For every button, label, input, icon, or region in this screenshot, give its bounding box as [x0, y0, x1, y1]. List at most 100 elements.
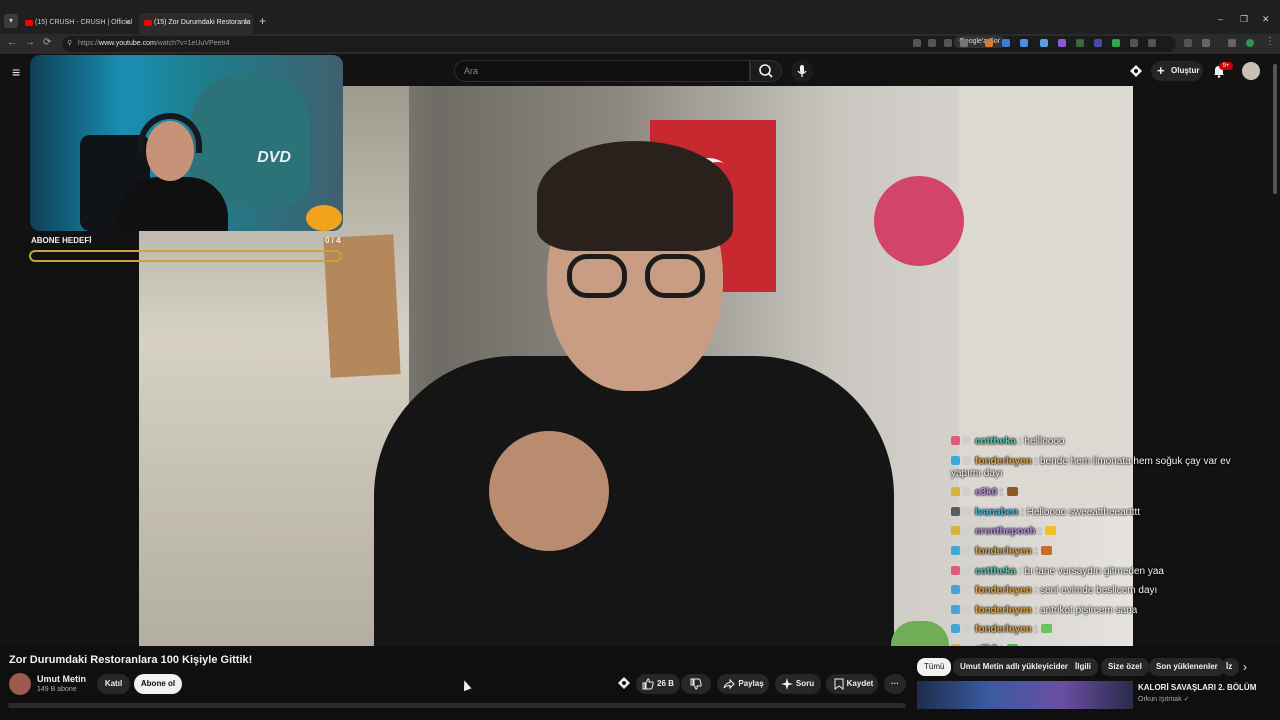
- browser-tab-crush[interactable]: (15) CRUSH - CRUSH | Official ×: [20, 13, 134, 34]
- extension-icon[interactable]: [1148, 39, 1156, 47]
- restore-button[interactable]: ❐: [1240, 14, 1248, 25]
- chat-message: erenthepooh :: [951, 526, 1251, 538]
- tab-close-icon[interactable]: ×: [125, 13, 130, 32]
- bookmark-star-icon[interactable]: [960, 39, 968, 47]
- hide-icon[interactable]: [944, 39, 952, 47]
- tab-search-button[interactable]: ▾: [4, 14, 18, 28]
- extension-icon[interactable]: [1184, 39, 1192, 47]
- cast-icon[interactable]: [928, 39, 936, 47]
- chat-username: fonderleyen: [975, 545, 1032, 557]
- subscriber-count: 149 B abone: [37, 686, 77, 693]
- video-title: Zor Durumdaki Restoranlara 100 Kişiyle G…: [9, 654, 253, 666]
- site-info-icon[interactable]: ⚲: [67, 36, 72, 52]
- create-button[interactable]: + Oluştur: [1151, 61, 1203, 81]
- channel-name[interactable]: Umut Metin: [37, 674, 86, 684]
- extension-icon[interactable]: [1020, 39, 1028, 47]
- join-button[interactable]: Katıl: [97, 674, 130, 694]
- chat-text: : seni evimde beslicem dayı: [1034, 585, 1158, 597]
- chat-message: fonderleyen :: [951, 545, 1251, 558]
- channel-avatar[interactable]: [9, 673, 31, 695]
- thumbs-down-icon: [690, 678, 702, 690]
- extension-icon[interactable]: [1112, 39, 1120, 47]
- share-button[interactable]: Paylaş: [717, 674, 769, 694]
- guide-menu-icon[interactable]: ≡: [12, 64, 20, 80]
- zoom-icon[interactable]: [913, 39, 921, 47]
- browser-toolbar: ← → ⟳ ⚲ https://www.youtube.com/watch?v=1…: [0, 34, 1280, 54]
- flame-icon: [306, 205, 342, 231]
- search-input[interactable]: Ara: [454, 60, 750, 82]
- scrollbar-thumb[interactable]: [1273, 64, 1277, 194]
- extension-icon[interactable]: [1076, 39, 1084, 47]
- subscribe-button[interactable]: Abone ol: [134, 674, 182, 694]
- minimize-button[interactable]: –: [1218, 14, 1223, 24]
- account-avatar[interactable]: [1242, 62, 1260, 80]
- dislike-button[interactable]: [681, 674, 711, 694]
- thanks-icon[interactable]: [617, 676, 631, 690]
- extension-icon[interactable]: [1130, 39, 1138, 47]
- more-actions-button[interactable]: ···: [884, 674, 906, 694]
- search-icon: [759, 64, 773, 78]
- video-sign: [874, 176, 964, 266]
- video-glasses: [567, 254, 707, 298]
- downloads-icon[interactable]: [1228, 39, 1236, 47]
- horizontal-scrollbar[interactable]: [8, 703, 906, 708]
- search-button[interactable]: [750, 60, 782, 82]
- recommended-video-title[interactable]: KALORİ SAVAŞLARI 2. BÖLÜM: [1138, 683, 1256, 692]
- thumbs-up-icon: [642, 678, 654, 690]
- subscriber-goal-count: 0 / 4: [325, 236, 341, 245]
- youtube-favicon-icon: [25, 20, 33, 26]
- chip-recent[interactable]: Son yüklenenler: [1149, 658, 1225, 676]
- url-path: /watch?v=1eUuVPeetr4: [155, 40, 230, 47]
- extension-icon[interactable]: [1002, 39, 1010, 47]
- extensions-puzzle-icon[interactable]: [1202, 39, 1210, 47]
- browser-menu-icon[interactable]: ⋮: [1265, 36, 1275, 47]
- close-window-button[interactable]: ✕: [1262, 14, 1270, 25]
- extension-icon[interactable]: [1094, 39, 1102, 47]
- video-hand: [489, 431, 609, 551]
- save-button[interactable]: Kaydet: [826, 674, 878, 694]
- tab-close-icon[interactable]: ×: [244, 13, 249, 32]
- sparkle-icon: [781, 678, 793, 690]
- ask-button[interactable]: Soru: [775, 674, 821, 694]
- chip-from-uploader[interactable]: Umut Metin adlı yükleyiciden: [953, 658, 1077, 676]
- tab-title: (15) Zor Durumdaki Restoranla: [154, 19, 251, 26]
- chat-message: fonderleyen : antrikot pişircem sana: [951, 604, 1251, 617]
- chat-badges-icon: [951, 604, 975, 614]
- chat-username: cottheka: [975, 436, 1017, 447]
- chip-all[interactable]: Tümü: [917, 658, 952, 676]
- chat-badges-icon: [951, 624, 975, 634]
- page-scrollbar[interactable]: [1272, 56, 1278, 720]
- chip-next-arrow-icon[interactable]: ›: [1243, 660, 1247, 674]
- extension-icon[interactable]: [1040, 39, 1048, 47]
- subscriber-goal-bar: [29, 250, 342, 262]
- forward-button[interactable]: →: [25, 37, 35, 48]
- chat-username: fonderleyen: [975, 604, 1032, 616]
- profile-icon[interactable]: [1246, 39, 1254, 47]
- chat-text: :: [1000, 487, 1003, 499]
- chat-username: fonderleyen: [975, 624, 1032, 636]
- chat-badges-icon: [951, 506, 975, 516]
- chip-for-you[interactable]: Size özel: [1101, 658, 1149, 676]
- recommended-video-thumbnail[interactable]: [917, 681, 1133, 709]
- chat-emote-icon: [1041, 624, 1053, 634]
- premium-gift-icon[interactable]: [1129, 64, 1143, 78]
- extension-icon[interactable]: [985, 39, 993, 47]
- browser-tab-restoran[interactable]: (15) Zor Durumdaki Restoranla ×: [139, 13, 253, 34]
- chat-text: : antrikot pişircem sana: [1034, 604, 1138, 616]
- voice-search-button[interactable]: [791, 60, 813, 82]
- new-tab-button[interactable]: +: [259, 14, 266, 28]
- extension-icon[interactable]: [1058, 39, 1066, 47]
- chat-username: fonderleyen: [975, 585, 1032, 597]
- share-label: Paylaş: [738, 679, 764, 688]
- back-button[interactable]: ←: [7, 37, 17, 48]
- chat-badges-icon: [951, 545, 975, 555]
- ask-label: Soru: [795, 679, 815, 688]
- chat-emote-icon: [1045, 526, 1057, 536]
- reload-button[interactable]: ⟳: [43, 37, 51, 48]
- chat-username: lvanaben: [975, 506, 1019, 518]
- chip-related[interactable]: İlgili: [1068, 658, 1098, 676]
- recommended-video-channel[interactable]: Orkun Işıtmak ✓: [1138, 695, 1189, 703]
- share-icon: [723, 678, 735, 690]
- chip-more[interactable]: İz: [1222, 658, 1239, 676]
- like-button[interactable]: 26 B: [636, 674, 680, 694]
